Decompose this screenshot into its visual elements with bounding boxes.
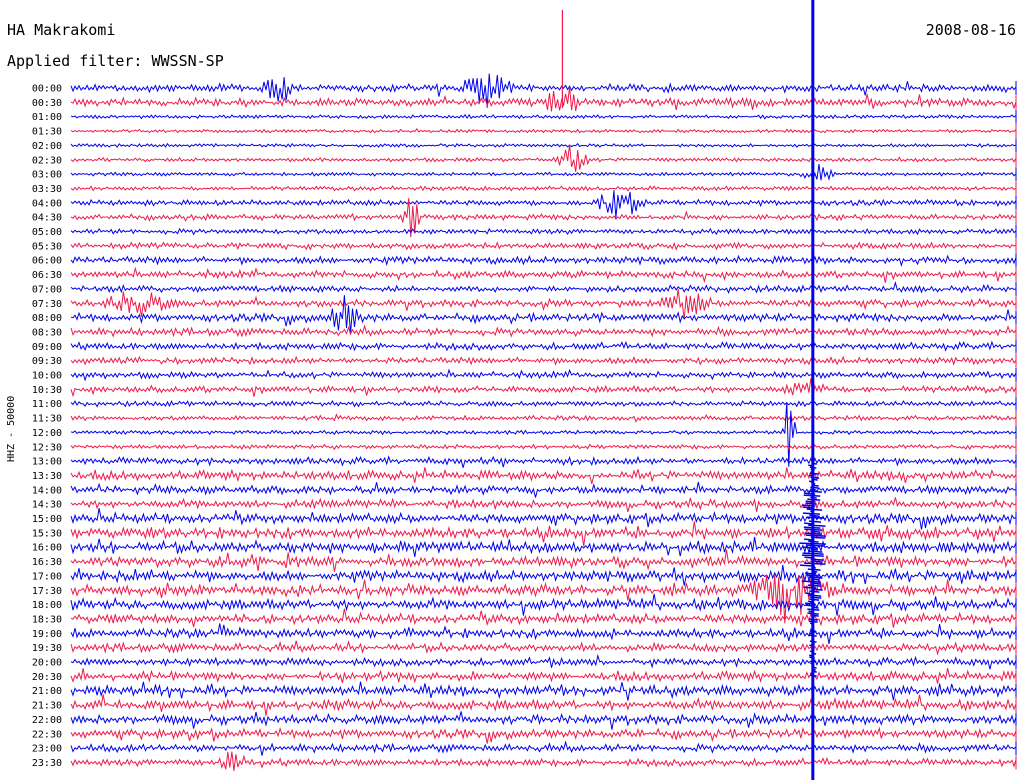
row-label: 22:30 [32, 729, 62, 740]
trace-line [70, 355, 1017, 366]
row-label: 04:30 [32, 213, 62, 224]
trace-line [70, 694, 1017, 716]
row-label: 06:00 [32, 256, 62, 267]
trace-line [70, 668, 1017, 684]
trace-line [70, 593, 1017, 616]
helicorder-plot: 00:00 00:30 01:00 01:30 02:00 02:30 03:00 03:30… [6, 0, 1017, 780]
trace-line [70, 399, 1017, 408]
row-label: 20:30 [32, 672, 62, 683]
trace-line [70, 740, 1017, 756]
trace-line [70, 653, 1017, 670]
row-label: 15:00 [32, 514, 62, 525]
row-label: 19:30 [32, 643, 62, 654]
row-label: 03:00 [32, 170, 62, 181]
trace-line [70, 254, 1017, 268]
trace-line [70, 227, 1017, 236]
row-label: 01:30 [32, 127, 62, 138]
row-label: 17:00 [32, 571, 62, 582]
row-label: 13:00 [32, 457, 62, 468]
row-label: 10:00 [32, 371, 62, 382]
trace-line [70, 280, 1017, 295]
trace-line [70, 413, 1017, 423]
trace-line [70, 144, 1017, 172]
trace-line [70, 623, 1017, 644]
row-label: 14:30 [32, 500, 62, 511]
row-label: 06:30 [32, 270, 62, 281]
row-label: 20:00 [32, 658, 62, 669]
row-label: 05:00 [32, 227, 62, 238]
trace-line [70, 402, 1017, 467]
row-label: 09:00 [32, 342, 62, 353]
row-label: 15:30 [32, 528, 62, 539]
row-label: 08:00 [32, 313, 62, 324]
row-label: 16:00 [32, 543, 62, 554]
trace-line [70, 508, 1017, 530]
row-label: 21:30 [32, 701, 62, 712]
row-label: 09:30 [32, 356, 62, 367]
row-label: 03:30 [32, 184, 62, 195]
row-label: 02:00 [32, 141, 62, 152]
trace-line [70, 185, 1017, 192]
trace-line [70, 340, 1017, 352]
trace-line [70, 443, 1017, 451]
trace-line [70, 549, 1017, 572]
trace-line [70, 521, 1017, 547]
row-label: 08:30 [32, 327, 62, 338]
row-label: 23:00 [32, 744, 62, 755]
row-label: 00:30 [32, 98, 62, 109]
trace-line [70, 640, 1017, 656]
row-label: 18:00 [32, 600, 62, 611]
trace-group [70, 0, 1017, 780]
row-label: 11:00 [32, 399, 62, 410]
row-label-group: 00:00 00:30 01:00 01:30 02:00 02:30 03:00 03:30… [32, 84, 62, 769]
row-label: 07:30 [32, 299, 62, 310]
row-label: 10:30 [32, 385, 62, 396]
row-label: 16:30 [32, 557, 62, 568]
trace-line [70, 481, 1017, 498]
row-label: 18:30 [32, 614, 62, 625]
trace-line [70, 711, 1017, 730]
trace-line [70, 289, 1017, 320]
row-label: 04:00 [32, 198, 62, 209]
trace-line [70, 497, 1017, 513]
channel-label: HHZ - 50000 [6, 396, 17, 462]
trace-line [70, 113, 1017, 120]
row-label: 05:30 [32, 241, 62, 252]
trace-line [70, 266, 1017, 284]
trace-line [70, 564, 1017, 586]
trace-line [70, 378, 1017, 398]
row-label: 07:00 [32, 284, 62, 295]
row-label: 11:30 [32, 414, 62, 425]
trace-line [70, 241, 1017, 251]
trace-line [70, 164, 1017, 183]
row-label: 00:00 [32, 84, 62, 95]
trace-line [70, 726, 1017, 744]
row-label: 23:30 [32, 758, 62, 769]
row-label: 14:00 [32, 485, 62, 496]
trace-line [70, 128, 1017, 134]
row-label: 22:00 [32, 715, 62, 726]
trace-line [70, 455, 1017, 468]
row-label: 13:30 [32, 471, 62, 482]
trace-line [70, 368, 1017, 382]
row-label: 12:30 [32, 442, 62, 453]
trace-line [70, 467, 1017, 484]
trace-line [70, 681, 1017, 701]
row-label: 17:30 [32, 586, 62, 597]
row-label: 19:00 [32, 629, 62, 640]
trace-line [70, 751, 1017, 771]
trace-line [70, 574, 1017, 624]
trace-line [70, 324, 1017, 338]
trace-line [70, 142, 1017, 148]
row-label: 01:00 [32, 112, 62, 123]
row-label: 02:30 [32, 155, 62, 166]
row-label: 21:00 [32, 686, 62, 697]
trace-line [70, 190, 1017, 219]
row-label: 12:00 [32, 428, 62, 439]
